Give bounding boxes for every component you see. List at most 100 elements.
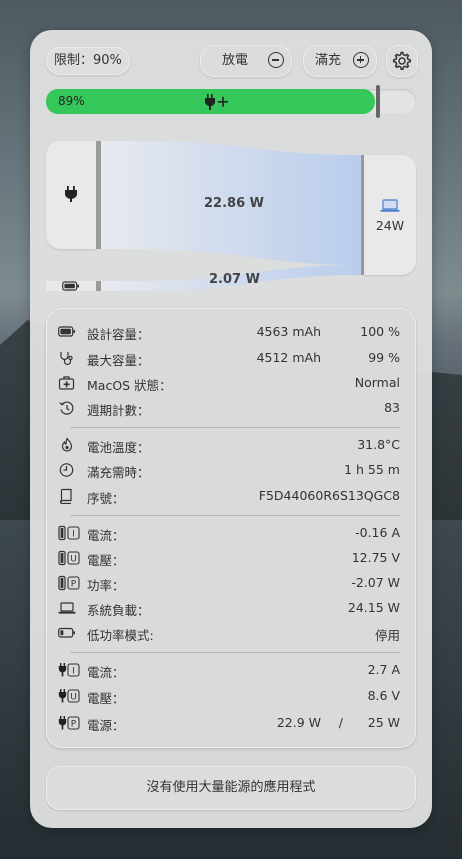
battery-current-value: -0.16 A <box>355 525 400 540</box>
adapter-voltage-icon: U <box>58 689 80 703</box>
system-load-row: 系統負載： 24.15 W <box>46 598 416 618</box>
battery-flow-label: 2.07 W <box>209 272 260 287</box>
book-icon <box>59 488 72 504</box>
max-capacity-percent: 99 % <box>368 350 400 365</box>
max-capacity-label: 最大容量： <box>87 353 150 368</box>
adapter-voltage-value: 8.6 V <box>367 688 400 703</box>
charge-limit-badge[interactable]: 限制：90% <box>46 47 130 75</box>
low-power-mode-value: 停用 <box>374 628 400 643</box>
full-charge-button[interactable]: 滿充 <box>303 45 377 77</box>
charge-limit-label: 限制：90% <box>54 53 122 68</box>
serial-number-value: F5D44060R6S13QGC8 <box>258 488 400 503</box>
battery-panel: 限制：90% 放電 滿充 89% 22.86 W 2.07 W 24W 設計容量… <box>30 30 432 828</box>
battery-power-label: 功率： <box>87 578 125 593</box>
time-to-full-value: 1 h 55 m <box>344 462 400 477</box>
gear-icon <box>392 51 412 70</box>
adapter-power-label: 電源： <box>87 718 125 733</box>
adapter-flow-label: 22.86 W <box>204 196 264 211</box>
clock-icon <box>59 463 74 477</box>
energy-apps-button[interactable]: 沒有使用大量能源的應用程式 <box>46 766 416 810</box>
battery-small-icon <box>62 281 79 291</box>
battery-temperature-label: 電池溫度： <box>87 440 150 455</box>
adapter-current-label: 電流： <box>87 665 125 680</box>
battery-power-icon: P <box>58 575 80 591</box>
system-load-label: 系統負載： <box>87 603 150 618</box>
laptop-icon <box>380 199 400 212</box>
battery-voltage-label: 電壓： <box>87 553 125 568</box>
plus-circle-icon <box>353 52 369 68</box>
adapter-power-value: 22.9 W <box>276 715 321 730</box>
svg-text:P: P <box>71 580 77 590</box>
battery-power-row: P 功率： -2.07 W <box>46 573 416 593</box>
medical-kit-icon <box>58 376 75 390</box>
settings-button[interactable] <box>386 45 418 77</box>
adapter-current-value: 2.7 A <box>367 662 400 677</box>
max-capacity-row: 最大容量： 4512 mAh 99 % <box>46 348 416 368</box>
battery-voltage-row: U 電壓： 12.75 V <box>46 548 416 568</box>
serial-number-label: 序號： <box>87 491 125 506</box>
plug-icon <box>65 186 77 202</box>
adapter-current-icon: I <box>58 663 80 677</box>
svg-text:P: P <box>71 720 77 730</box>
section-divider <box>70 427 400 428</box>
adapter-voltage-row: U 電壓： 8.6 V <box>46 686 416 706</box>
system-load-value: 24.15 W <box>347 600 400 615</box>
battery-icon <box>58 326 75 337</box>
charge-limit-handle[interactable] <box>376 85 380 118</box>
adapter-power-icon: P <box>58 716 80 730</box>
cycle-count-row: 週期計數： 83 <box>46 398 416 418</box>
macos-status-value: Normal <box>354 375 400 390</box>
thermometer-icon <box>61 437 73 452</box>
discharge-button[interactable]: 放電 <box>200 45 292 77</box>
cycle-count-value: 83 <box>384 400 400 415</box>
section-divider <box>70 652 400 653</box>
battery-percent-text: 89% <box>58 94 85 108</box>
battery-voltage-icon: U <box>58 550 80 566</box>
plug-charging-icon <box>205 94 228 110</box>
max-capacity-value: 4512 mAh <box>256 350 321 365</box>
macos-status-row: MacOS 狀態： Normal <box>46 373 416 393</box>
battery-temperature-value: 31.8°C <box>357 437 400 452</box>
history-icon <box>59 401 74 415</box>
minus-circle-icon <box>268 52 284 68</box>
svg-text:U: U <box>70 693 77 703</box>
design-capacity-label: 設計容量： <box>87 327 150 342</box>
design-capacity-row: 設計容量： 4563 mAh 100 % <box>46 322 416 342</box>
design-capacity-value: 4563 mAh <box>256 324 321 339</box>
cycle-count-label: 週期計數： <box>87 403 150 418</box>
low-power-battery-icon <box>58 627 75 638</box>
energy-apps-message: 沒有使用大量能源的應用程式 <box>146 780 316 795</box>
battery-voltage-value: 12.75 V <box>351 550 400 565</box>
system-load-watts: 24W <box>375 218 405 233</box>
svg-text:U: U <box>70 555 77 565</box>
system-load-block: 24W <box>364 155 416 275</box>
serial-number-row: 序號： F5D44060R6S13QGC8 <box>46 486 416 506</box>
adapter-power-rated: 25 W <box>367 715 400 730</box>
battery-current-label: 電流： <box>87 528 125 543</box>
adapter-voltage-label: 電壓： <box>87 691 125 706</box>
battery-current-icon: I <box>58 525 80 541</box>
battery-info-card: 設計容量： 4563 mAh 100 % 最大容量： 4512 mAh 99 %… <box>46 308 416 748</box>
svg-text:I: I <box>72 667 75 677</box>
design-capacity-percent: 100 % <box>360 324 400 339</box>
time-to-full-label: 滿充需時： <box>87 465 150 480</box>
power-flow-diagram <box>101 141 361 291</box>
battery-temperature-row: 電池溫度： 31.8°C <box>46 435 416 455</box>
time-to-full-row: 滿充需時： 1 h 55 m <box>46 460 416 480</box>
section-divider <box>70 515 400 516</box>
battery-power-value: -2.07 W <box>351 575 400 590</box>
battery-source-block <box>46 281 96 291</box>
low-power-mode-label: 低功率模式: <box>87 628 154 643</box>
full-charge-label: 滿充 <box>315 53 342 68</box>
battery-level-bar[interactable]: 89% <box>46 85 416 118</box>
macos-status-label: MacOS 狀態： <box>87 378 172 393</box>
svg-text:I: I <box>72 530 75 540</box>
discharge-label: 放電 <box>222 53 249 68</box>
adapter-current-row: I 電流： 2.7 A <box>46 660 416 680</box>
laptop-outline-icon <box>58 602 76 614</box>
low-power-mode-row: 低功率模式: 停用 <box>46 623 416 643</box>
battery-current-row: I 電流： -0.16 A <box>46 523 416 543</box>
stethoscope-icon <box>60 352 73 366</box>
adapter-power-row: P 電源： 22.9 W / 25 W <box>46 713 416 733</box>
adapter-power-separator: / <box>338 715 343 730</box>
